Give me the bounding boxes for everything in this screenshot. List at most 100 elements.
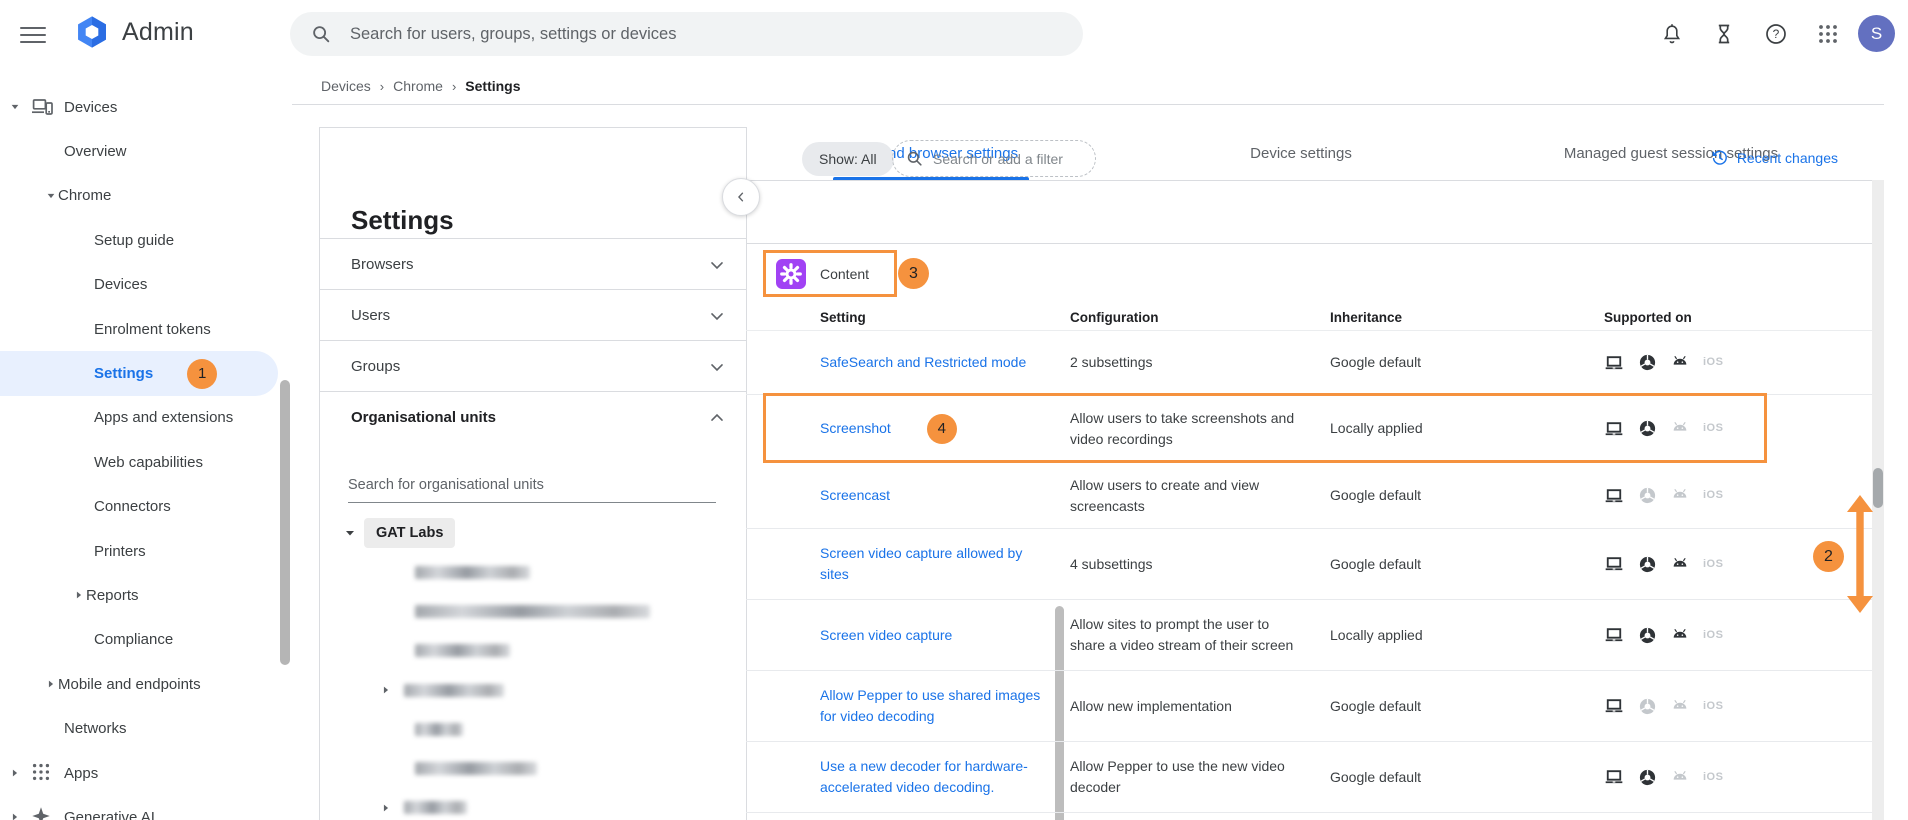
triangle-right-icon[interactable] [8,812,22,820]
supported-on-cell: iOS [1604,529,1723,599]
setting-link-label[interactable]: Screencast [820,485,890,506]
setting-link-label[interactable]: SafeSearch and Restricted mode [820,352,1026,373]
tasks-hourglass-icon[interactable] [1712,22,1736,46]
chrome-platform-icon [1637,767,1657,787]
configuration-cell: Allow Pepper to use the new video decode… [1070,758,1285,795]
setting-link[interactable]: Screen video capture allowed by sites [820,529,1052,599]
org-tree-root[interactable]: GAT Labs [344,518,456,548]
recent-changes-link[interactable]: Recent changes [1710,148,1838,167]
sidebar-item-devices[interactable]: Devices [0,85,300,129]
android-platform-icon [1670,353,1690,373]
col-header-setting: Setting [820,310,866,325]
sidebar-item-overview[interactable]: Overview [0,129,300,173]
sidebar-item-apps[interactable]: Apps [0,751,300,795]
desktop-platform-icon [1604,625,1624,645]
panel-section-browsers[interactable]: Browsers [320,239,746,290]
setting-link-label[interactable]: Use a new decoder for hardware-accelerat… [820,756,1052,798]
filter-search-chip[interactable]: Search or add a filter [892,140,1096,177]
sidebar-item-chrome[interactable]: Chrome [0,174,300,218]
sidebar-item-apps-and-extensions[interactable]: Apps and extensions [0,396,300,440]
sidebar-item-mobile-and-endpoints[interactable]: Mobile and endpoints [0,662,300,706]
table-row-screencast: Screencast Allow users to create and view… [746,463,1884,529]
sidebar-item-label: Printers [94,542,146,560]
redacted-org-name [415,722,463,736]
breadcrumb-chrome[interactable]: Chrome [393,78,443,94]
org-tree-item[interactable] [415,605,650,619]
sidebar-item-reports[interactable]: Reports [0,573,300,617]
triangle-right-icon[interactable] [381,685,391,695]
show-filter-chip[interactable]: Show: All [802,142,894,176]
org-unit-search-input[interactable] [348,477,716,503]
triangle-down-icon[interactable] [344,527,356,539]
org-tree-item[interactable] [381,683,504,697]
setting-link[interactable]: Screen video capture [820,600,1052,670]
setting-link-label[interactable]: Screen video capture [820,625,952,646]
android-platform-icon [1670,419,1690,439]
chevron-down-icon[interactable] [707,255,727,275]
sidebar-item-setup-guide[interactable]: Setup guide [0,218,300,262]
org-tree-item[interactable] [381,801,467,815]
setting-link[interactable]: Screencast [820,463,1052,528]
org-tree-item[interactable] [415,762,537,775]
org-unit-search[interactable] [348,476,716,503]
menu-icon[interactable] [20,22,46,46]
triangle-right-icon[interactable] [44,679,58,689]
setting-link[interactable]: Use a new decoder for hardware-accelerat… [820,742,1052,812]
global-search[interactable] [290,12,1083,56]
annotation-badge-2: 2 [1813,541,1844,572]
content-section-label: Content [820,265,870,282]
inheritance-cell: Google default [1330,354,1422,370]
panel-section-groups[interactable]: Groups [320,341,746,392]
setting-link[interactable]: Screenshot 4 [820,395,1052,462]
notifications-bell-icon[interactable] [1660,22,1684,46]
tab-device-settings[interactable]: Device settings [1116,127,1486,180]
sidebar-item-web-capabilities[interactable]: Web capabilities [0,440,300,484]
chevron-down-icon[interactable] [707,357,727,377]
setting-link[interactable]: SafeSearch and Restricted mode [820,331,1052,394]
content-section-header[interactable]: Content [763,250,897,297]
sidebar-item-label: Settings [94,365,154,383]
triangle-right-icon[interactable] [381,803,391,813]
panel-section-label: Users [351,307,391,324]
help-icon[interactable]: ? [1764,22,1788,46]
google-admin-console: Admin ? [0,0,1908,820]
org-tree-item[interactable] [415,644,510,658]
sidebar-item-compliance[interactable]: Compliance [0,618,300,662]
setting-link-label[interactable]: Screenshot [820,418,891,439]
triangle-right-icon[interactable] [72,590,86,600]
sidebar-item-devices[interactable]: Devices [0,263,300,307]
setting-link[interactable]: Allow Pepper to use shared images for vi… [820,671,1052,741]
sidebar-item-settings[interactable]: Settings 1 [0,351,278,396]
admin-brand[interactable]: Admin [74,14,194,50]
avatar[interactable]: S [1858,15,1895,52]
panel-section-users[interactable]: Users [320,290,746,341]
sidebar-scrollbar[interactable] [280,380,290,665]
collapse-panel-button[interactable] [722,178,760,216]
org-tree-item[interactable] [415,722,463,736]
ios-platform-icon: iOS [1703,628,1724,641]
setting-link-label[interactable]: Screen video capture allowed by sites [820,543,1052,585]
devices-icon [30,95,54,119]
chevron-down-icon[interactable] [707,306,727,326]
desktop-platform-icon [1604,353,1624,373]
sidebar-item-connectors[interactable]: Connectors [0,485,300,529]
global-search-input[interactable] [348,23,952,45]
chevron-up-icon[interactable] [707,408,727,428]
triangle-right-icon[interactable] [8,768,22,778]
org-root-label[interactable]: GAT Labs [364,518,456,548]
sidebar-item-printers[interactable]: Printers [0,529,300,573]
org-tree-item[interactable] [415,566,530,579]
sidebar-item-label: Overview [64,143,127,161]
setting-link-label[interactable]: Allow Pepper to use shared images for vi… [820,685,1052,727]
breadcrumb-devices[interactable]: Devices [321,78,371,94]
triangle-down-icon[interactable] [44,191,58,201]
sidebar-item-label: Chrome [58,187,112,205]
sidebar-item-networks[interactable]: Networks [0,706,300,750]
triangle-down-icon[interactable] [8,102,22,112]
sidebar-item-enrolment-tokens[interactable]: Enrolment tokens [0,307,300,351]
sidebar-item-generative-ai[interactable]: Generative AI [0,795,300,820]
inheritance-cell: Google default [1330,697,1422,714]
apps-grid-icon[interactable] [1816,22,1840,46]
page-title: Settings [351,205,454,236]
panel-section-organisational-units[interactable]: Organisational units [320,392,746,443]
